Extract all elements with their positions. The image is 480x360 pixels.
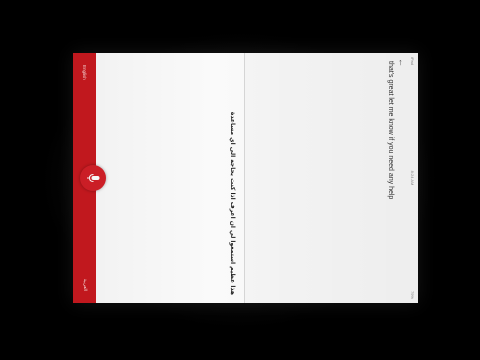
target-text[interactable]: هذا عظيم استمعوا لي ان اعرف اذا كنت بحاج… — [229, 65, 236, 295]
source-panel[interactable]: that's great let me know if you need any… — [245, 53, 398, 303]
tablet-screen: iPad 8:24 AM 79% ← that's great let me k… — [73, 53, 418, 303]
microphone-icon — [87, 174, 100, 182]
target-language-button[interactable]: العربية — [73, 211, 96, 291]
status-time: 8:24 AM — [410, 170, 415, 186]
panel-divider — [244, 53, 245, 303]
target-panel[interactable]: هذا عظيم استمعوا لي ان اعرف اذا كنت بحاج… — [96, 53, 244, 303]
app-window: iPad 8:24 AM 79% ← that's great let me k… — [73, 53, 418, 303]
status-battery: 79% — [410, 290, 415, 299]
status-bar: iPad 8:24 AM 79% — [408, 53, 418, 303]
source-language-button[interactable]: English — [73, 65, 96, 145]
source-text[interactable]: that's great let me know if you need any… — [387, 61, 394, 291]
back-arrow-icon[interactable]: ← — [397, 58, 407, 68]
mic-button[interactable] — [80, 165, 106, 191]
